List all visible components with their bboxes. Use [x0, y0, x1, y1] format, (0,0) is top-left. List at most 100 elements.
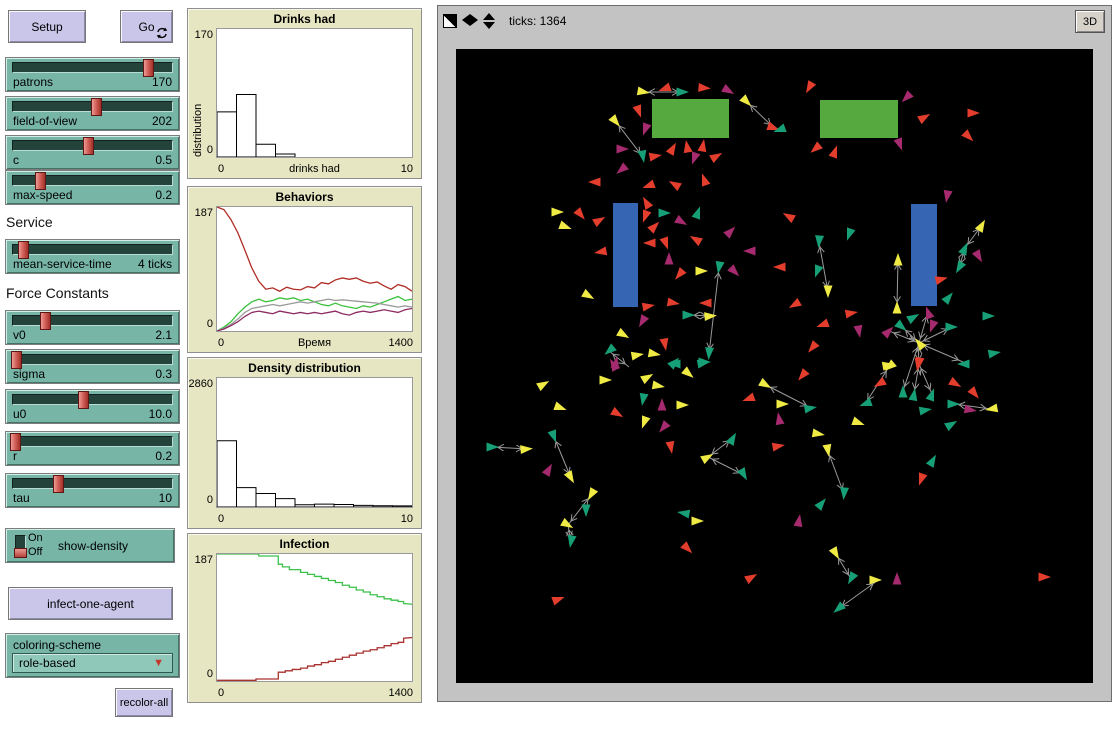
- plot-drinks-had: Drinks had 170 0 distribution 0 drinks h…: [187, 8, 422, 179]
- slider-track[interactable]: [12, 394, 173, 405]
- slider-label: sigma: [13, 367, 45, 381]
- y-axis-min: 0: [188, 494, 213, 506]
- chevron-down-icon: ▼: [153, 657, 164, 669]
- x-axis-max: 1400: [389, 337, 413, 349]
- slider-value: 0.3: [155, 367, 172, 381]
- infect-one-agent-button[interactable]: infect-one-agent: [8, 587, 173, 620]
- slider-label: max-speed: [13, 188, 72, 202]
- plot-behaviors: Behaviors 187 0 0 Время 1400: [187, 186, 422, 353]
- slider-track[interactable]: [12, 140, 173, 151]
- slider-track[interactable]: [12, 244, 173, 255]
- setup-button[interactable]: Setup: [8, 10, 86, 43]
- infect-one-agent-label: infect-one-agent: [47, 597, 134, 611]
- y-axis-max: 170: [188, 29, 213, 41]
- x-axis-min: 0: [218, 513, 224, 525]
- slider-r: r 0.2: [5, 431, 180, 466]
- switch-on-label: On: [28, 531, 43, 545]
- plot-title: Density distribution: [188, 361, 421, 375]
- slider-patrons: patrons 170: [5, 57, 180, 92]
- horizontal-shift-icon[interactable]: [462, 14, 478, 29]
- slider-track[interactable]: [12, 478, 173, 489]
- slider-value: 10.0: [149, 407, 172, 421]
- plot-area: [216, 377, 413, 508]
- slider-track[interactable]: [12, 354, 173, 365]
- go-button-label: Go: [138, 20, 154, 34]
- y-axis-max: 2860: [188, 378, 213, 390]
- plot-area: [216, 553, 413, 682]
- slider-tau: tau 10: [5, 473, 180, 508]
- slider-label: tau: [13, 491, 30, 505]
- forever-loop-icon: [156, 27, 168, 39]
- slider-track[interactable]: [12, 436, 173, 447]
- slider-value: 0.2: [155, 449, 172, 463]
- drinks-had-chart: [217, 29, 412, 157]
- slider-label: patrons: [13, 75, 53, 89]
- slider-field-of-view: field-of-view 202: [5, 96, 180, 131]
- slider-value: 4 ticks: [138, 257, 172, 271]
- y-axis-max: 187: [188, 207, 213, 219]
- slider-value: 10: [159, 491, 172, 505]
- plot-title: Behaviors: [188, 190, 421, 204]
- recolor-all-label: recolor-all: [120, 697, 168, 709]
- ticks-counter: ticks: 1364: [509, 14, 566, 28]
- slider-track[interactable]: [12, 101, 173, 112]
- x-axis-max: 1400: [389, 687, 413, 699]
- plot-title: Infection: [188, 537, 421, 551]
- coloring-scheme-chooser: coloring-scheme role-based ▼: [5, 633, 180, 678]
- density-distribution-chart: [217, 378, 412, 507]
- slider-label: v0: [13, 328, 26, 342]
- slider-value: 0.2: [155, 188, 172, 202]
- 3d-view-button[interactable]: 3D: [1075, 10, 1105, 33]
- slider-max-speed: max-speed 0.2: [5, 170, 180, 205]
- recolor-all-button[interactable]: recolor-all: [115, 688, 173, 717]
- switch-off-label: Off: [28, 545, 43, 559]
- slider-value: 170: [152, 75, 172, 89]
- slider-track[interactable]: [12, 315, 173, 326]
- chooser-select[interactable]: role-based ▼: [12, 653, 173, 673]
- plot-area: [216, 28, 413, 158]
- slider-track[interactable]: [12, 175, 173, 186]
- switch-knob[interactable]: [14, 548, 27, 558]
- slider-mean-service-time: mean-service-time 4 ticks: [5, 239, 180, 274]
- slider-label: field-of-view: [13, 114, 77, 128]
- world-view-header: ticks: 1364 3D: [438, 6, 1111, 36]
- y-axis-label: distribution: [192, 104, 204, 157]
- x-axis-min: 0: [218, 687, 224, 699]
- vertical-shift-icon[interactable]: [483, 13, 495, 29]
- netlogo-interface: Setup Go patrons 170 field-of-view 202 c 0.…: [0, 0, 1118, 729]
- setup-button-label: Setup: [31, 20, 62, 34]
- slider-track[interactable]: [12, 62, 173, 73]
- go-button[interactable]: Go: [120, 10, 173, 43]
- slider-sigma: sigma 0.3: [5, 349, 180, 384]
- slider-u0: u0 10.0: [5, 389, 180, 424]
- x-axis-label: drinks had: [216, 163, 413, 175]
- slider-value: 0.5: [155, 153, 172, 167]
- world-border: [442, 36, 1107, 698]
- y-axis-max: 187: [188, 554, 213, 566]
- infection-chart: [217, 554, 412, 681]
- chooser-selected-value: role-based: [19, 656, 76, 670]
- slider-label: r: [13, 449, 17, 463]
- x-axis-max: 10: [401, 163, 413, 175]
- y-axis-min: 0: [188, 318, 213, 330]
- y-axis-min: 0: [188, 668, 213, 680]
- slider-label: c: [13, 153, 19, 167]
- slider-label: mean-service-time: [13, 257, 112, 271]
- switch-label: show-density: [58, 539, 128, 553]
- slider-c: c 0.5: [5, 135, 180, 170]
- behaviors-chart: [217, 207, 412, 331]
- resize-view-icon[interactable]: [443, 14, 457, 28]
- slider-value: 202: [152, 114, 172, 128]
- slider-value: 2.1: [155, 328, 172, 342]
- plot-infection: Infection 187 0 0 1400: [187, 533, 422, 703]
- slider-v0: v0 2.1: [5, 310, 180, 345]
- section-heading-service: Service: [6, 214, 53, 230]
- x-axis-max: 10: [401, 513, 413, 525]
- slider-label: u0: [13, 407, 26, 421]
- plot-area: [216, 206, 413, 332]
- show-density-switch: On Off show-density: [5, 528, 175, 563]
- x-axis-label: Время: [216, 337, 413, 349]
- world-canvas[interactable]: [456, 49, 1093, 683]
- chooser-label: coloring-scheme: [13, 638, 101, 652]
- switch-groove[interactable]: [15, 535, 26, 558]
